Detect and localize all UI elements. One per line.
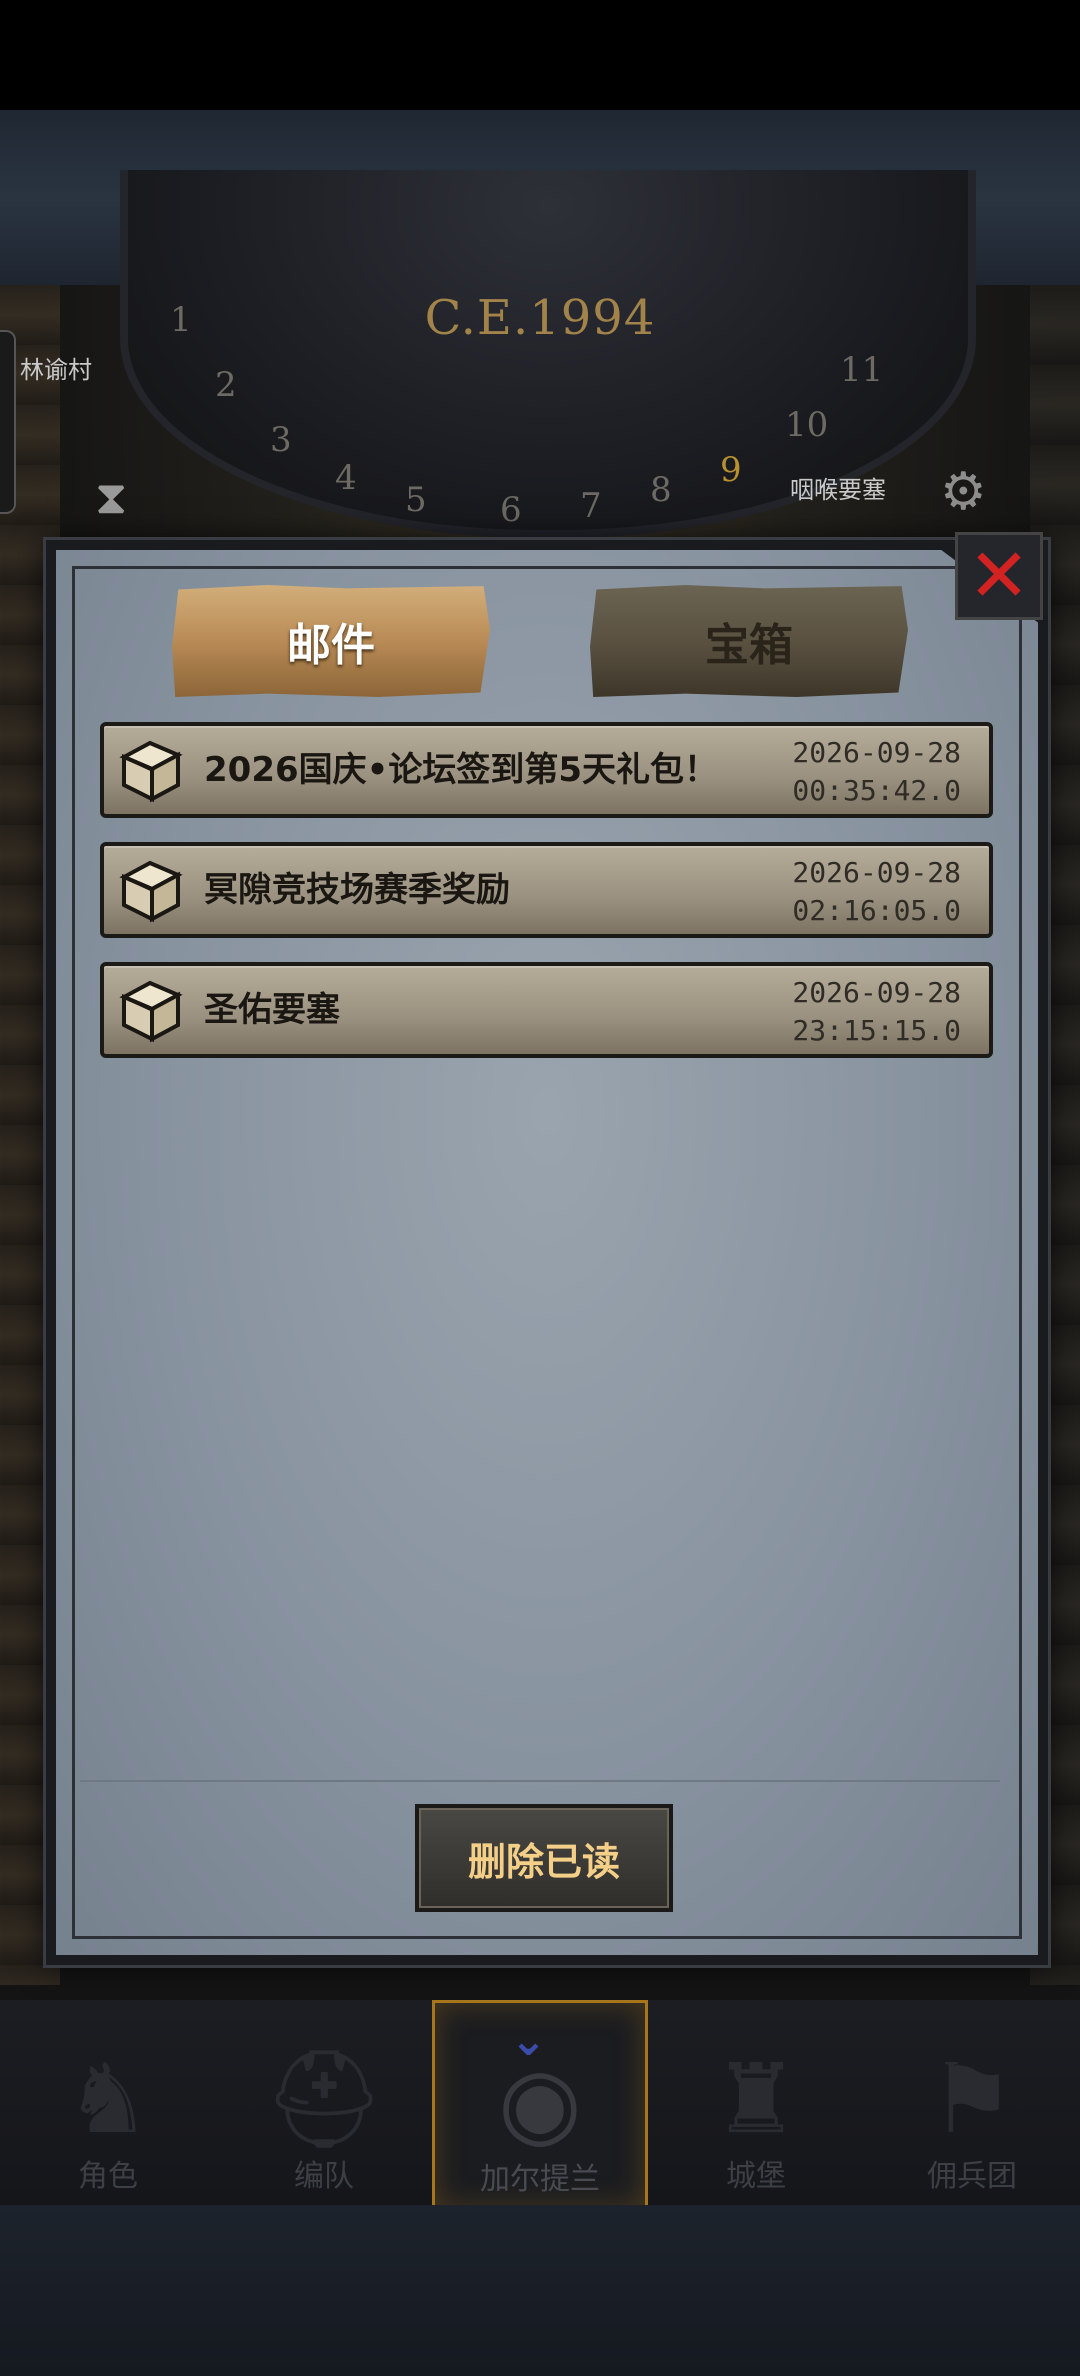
castle-icon: ♜ bbox=[712, 2043, 800, 2155]
mail-date: 2026-09-28 bbox=[792, 736, 961, 769]
treasure-chest-icon bbox=[112, 734, 188, 806]
mail-title: 圣佑要塞 bbox=[204, 990, 340, 1030]
nav-label: 加尔提兰 bbox=[480, 2162, 600, 2197]
wheel-number: 9 bbox=[720, 450, 742, 490]
mail-date: 2026-09-28 bbox=[792, 856, 961, 889]
hourglass-icon[interactable]: ⧗ bbox=[95, 470, 127, 526]
nav-label: 编队 bbox=[294, 2159, 354, 2194]
nav-label: 角色 bbox=[78, 2159, 138, 2194]
nav-label: 佣兵团 bbox=[927, 2159, 1017, 2194]
mail-item[interactable]: 冥隙竞技场赛季奖励 2026-09-28 02:16:05.0 bbox=[100, 842, 993, 938]
wheel-number: 4 bbox=[335, 458, 357, 498]
close-button[interactable]: ✕ bbox=[955, 532, 1043, 620]
map-label: 咽喉要塞 bbox=[790, 476, 886, 504]
nav-item-castle[interactable]: ♜ 城堡 bbox=[648, 2000, 864, 2205]
nav-item-mercenary[interactable]: ⚑ 佣兵团 bbox=[864, 2000, 1080, 2205]
nav-item-formation[interactable]: ⛑ 编队 bbox=[216, 2000, 432, 2205]
mail-timestamp: 2026-09-28 23:15:15.0 bbox=[792, 974, 961, 1050]
wheel-number: 6 bbox=[500, 490, 522, 530]
wheel-number: 8 bbox=[650, 470, 672, 510]
knight-icon: ♞ bbox=[64, 2043, 152, 2155]
mail-title: 冥隙竞技场赛季奖励 bbox=[204, 870, 510, 910]
mail-time: 00:35:42.0 bbox=[792, 774, 961, 807]
divider bbox=[80, 1780, 1000, 1782]
wheel-number: 3 bbox=[270, 420, 292, 460]
mail-time: 23:15:15.0 bbox=[792, 1014, 961, 1047]
tab-chest[interactable]: 宝箱 bbox=[590, 585, 908, 697]
delete-read-button[interactable]: 删除已读 bbox=[415, 1804, 673, 1912]
world-globe-icon: ◉ bbox=[498, 2046, 582, 2158]
side-handle[interactable] bbox=[0, 330, 16, 514]
wheel-number: 2 bbox=[215, 365, 237, 405]
mercenary-icon: ⚑ bbox=[928, 2043, 1016, 2155]
tab-mail[interactable]: 邮件 bbox=[172, 585, 490, 697]
era-label: C.E.1994 bbox=[424, 290, 656, 346]
gear-icon[interactable]: ⚙ bbox=[940, 462, 987, 522]
status-bar-area bbox=[0, 0, 1080, 110]
mail-date: 2026-09-28 bbox=[792, 976, 961, 1009]
map-label: 林谕村 bbox=[20, 356, 92, 384]
wheel-number: 1 bbox=[170, 300, 192, 340]
tab-label: 邮件 bbox=[287, 620, 375, 671]
wheel-number: 5 bbox=[405, 480, 427, 520]
mail-item[interactable]: 圣佑要塞 2026-09-28 23:15:15.0 bbox=[100, 962, 993, 1058]
nav-item-character[interactable]: ♞ 角色 bbox=[0, 2000, 216, 2205]
helmet-icon: ⛑ bbox=[263, 2043, 385, 2155]
wheel-number: 11 bbox=[840, 350, 884, 390]
treasure-chest-icon bbox=[112, 854, 188, 926]
chevron-down-icon: ⌄ bbox=[510, 2015, 547, 2066]
tab-label: 宝箱 bbox=[705, 620, 793, 671]
treasure-chest-icon bbox=[112, 974, 188, 1046]
wheel-number: 7 bbox=[580, 486, 602, 526]
close-icon: ✕ bbox=[967, 533, 1030, 619]
mail-title: 2026国庆•论坛签到第5天礼包！ bbox=[204, 750, 719, 790]
mail-time: 02:16:05.0 bbox=[792, 894, 961, 927]
nav-label: 城堡 bbox=[726, 2159, 786, 2194]
mail-item[interactable]: 2026国庆•论坛签到第5天礼包！ 2026-09-28 00:35:42.0 bbox=[100, 722, 993, 818]
mail-timestamp: 2026-09-28 02:16:05.0 bbox=[792, 854, 961, 930]
wheel-number: 10 bbox=[785, 405, 829, 445]
mail-timestamp: 2026-09-28 00:35:42.0 bbox=[792, 734, 961, 810]
bottom-banner bbox=[0, 2205, 1080, 2376]
